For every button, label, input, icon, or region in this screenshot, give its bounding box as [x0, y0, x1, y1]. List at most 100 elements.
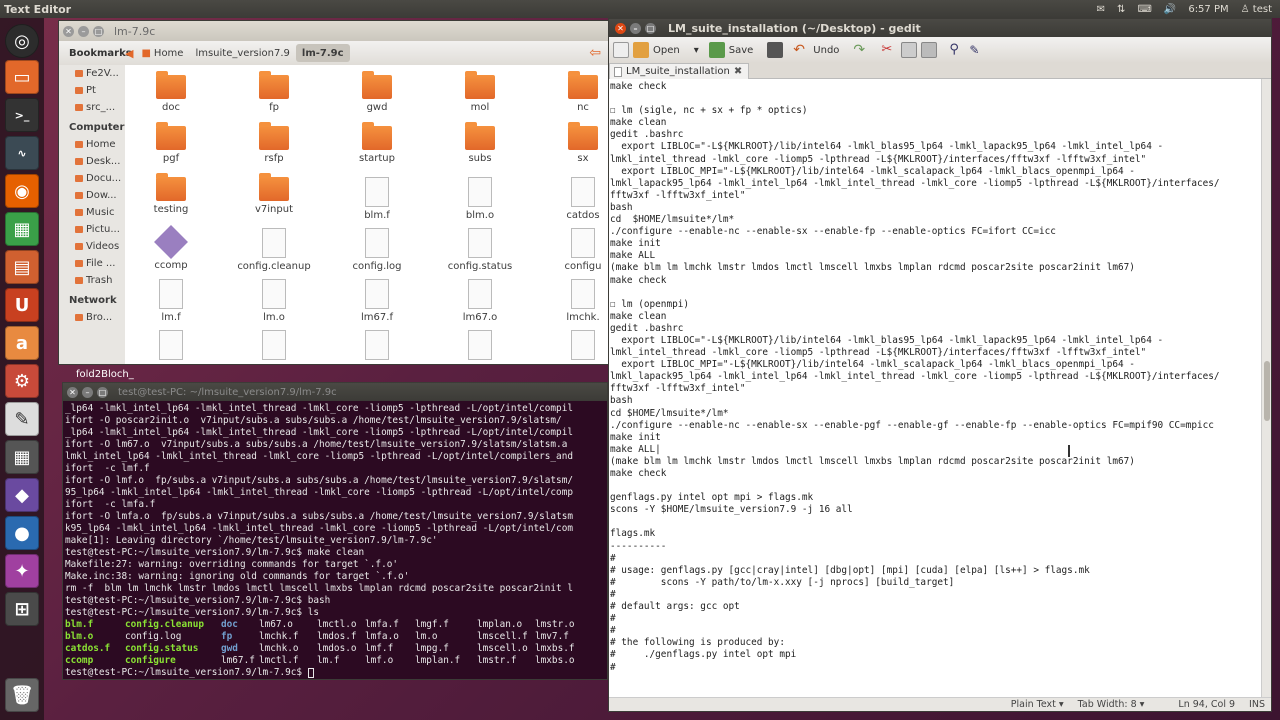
- amazon-icon[interactable]: a: [5, 326, 39, 360]
- tab-width-selector[interactable]: Tab Width: 8 ▾: [1078, 699, 1145, 710]
- terminal-output[interactable]: _lp64 -lmkl_intel_lp64 -lmkl_intel_threa…: [63, 401, 607, 679]
- clock[interactable]: 6:57 PM: [1188, 4, 1228, 15]
- fm-forward-icon[interactable]: ⇦: [589, 45, 601, 61]
- print-icon[interactable]: [767, 42, 784, 58]
- volume-icon[interactable]: 🔊: [1164, 4, 1176, 15]
- open-dropdown-icon[interactable]: ▾: [694, 45, 699, 56]
- file-item[interactable]: doc: [121, 71, 221, 113]
- file-item[interactable]: fp: [224, 71, 324, 113]
- fm-maximize-icon[interactable]: □: [93, 25, 104, 37]
- trash-icon[interactable]: 🗑: [5, 678, 39, 712]
- sidebar-computer-item[interactable]: File ...: [59, 255, 125, 272]
- paste-icon[interactable]: [921, 42, 938, 58]
- firefox-icon[interactable]: ◉: [5, 174, 39, 208]
- file-item[interactable]: [327, 330, 427, 363]
- software-center-icon[interactable]: U: [5, 288, 39, 322]
- paint-icon[interactable]: ✦: [5, 554, 39, 588]
- gedit-scrollbar[interactable]: [1261, 79, 1271, 701]
- sidebar-computer-item[interactable]: Desk...: [59, 153, 125, 170]
- file-item[interactable]: config.log: [327, 228, 427, 272]
- file-item[interactable]: lmchk.: [533, 279, 609, 323]
- spreadsheet-icon[interactable]: ▦: [5, 212, 39, 246]
- tab-close-icon[interactable]: ✖: [734, 66, 742, 77]
- keyboard-icon[interactable]: ⌨: [1137, 4, 1151, 15]
- file-item[interactable]: lm.f: [121, 279, 221, 323]
- open-folder-icon[interactable]: [633, 42, 649, 58]
- system-monitor-icon[interactable]: ∿: [5, 136, 39, 170]
- undo-icon[interactable]: ↶: [793, 42, 809, 58]
- sidebar-bookmark-item[interactable]: src_...: [59, 99, 125, 116]
- open-button[interactable]: Open: [653, 45, 680, 56]
- redo-icon[interactable]: ↷: [853, 42, 869, 58]
- file-item[interactable]: [533, 330, 609, 363]
- terminal-icon[interactable]: >_: [5, 98, 39, 132]
- desktop-file-label[interactable]: fold2Bloch_: [76, 369, 134, 380]
- text-editor-icon[interactable]: ✎: [5, 402, 39, 436]
- presentation-icon[interactable]: ▤: [5, 250, 39, 284]
- fm-nav-back-icon[interactable]: ◀: [125, 47, 133, 60]
- file-item[interactable]: gwd: [327, 71, 427, 113]
- file-item[interactable]: lm.o: [224, 279, 324, 323]
- sidebar-computer-item[interactable]: Trash: [59, 272, 125, 289]
- breadcrumb-home[interactable]: ■ Home: [135, 44, 189, 62]
- file-item[interactable]: sx: [533, 122, 609, 164]
- file-item[interactable]: subs: [430, 122, 530, 164]
- file-item[interactable]: [430, 330, 530, 363]
- file-item[interactable]: catdos: [533, 177, 609, 221]
- breadcrumb-lm79c[interactable]: lm-7.9c: [295, 44, 350, 62]
- globe-icon[interactable]: ●: [5, 516, 39, 550]
- gedit-text-area[interactable]: make check ☐ lm (sigle, nc + sx + fp * op…: [609, 79, 1261, 701]
- file-item[interactable]: testing: [121, 173, 221, 215]
- tab-lm-suite-installation[interactable]: LM_suite_installation ✖: [609, 63, 750, 79]
- file-item[interactable]: nc: [533, 71, 609, 113]
- sidebar-bookmark-item[interactable]: Fe2V...: [59, 65, 125, 82]
- file-item[interactable]: ccomp: [121, 225, 221, 271]
- sidebar-computer-item[interactable]: Music: [59, 204, 125, 221]
- new-document-icon[interactable]: [613, 42, 629, 58]
- search-icon[interactable]: ⚲: [949, 42, 965, 58]
- viewer-icon[interactable]: ◆: [5, 478, 39, 512]
- term-close-icon[interactable]: ✕: [67, 386, 78, 398]
- sidebar-computer-item[interactable]: Pictu...: [59, 221, 125, 238]
- breadcrumb-lmsuite[interactable]: lmsuite_version7.9: [189, 44, 295, 62]
- mail-icon[interactable]: ✉: [1097, 4, 1105, 15]
- language-selector[interactable]: Plain Text ▾: [1011, 699, 1064, 710]
- network-icon[interactable]: ⇅: [1117, 4, 1125, 15]
- file-item[interactable]: configu: [533, 228, 609, 272]
- file-item[interactable]: blm.o: [430, 177, 530, 221]
- sidebar-computer-item[interactable]: Home: [59, 136, 125, 153]
- undo-button[interactable]: Undo: [813, 45, 839, 56]
- sidebar-computer-item[interactable]: Docu...: [59, 170, 125, 187]
- file-item[interactable]: lm67.o: [430, 279, 530, 323]
- gedit-minimize-icon[interactable]: –: [630, 22, 641, 34]
- file-item[interactable]: lm67.f: [327, 279, 427, 323]
- files-icon[interactable]: ▭: [5, 60, 39, 94]
- replace-icon[interactable]: ✎: [969, 42, 985, 58]
- gedit-scroll-thumb[interactable]: [1264, 361, 1270, 421]
- fm-minimize-icon[interactable]: –: [78, 25, 89, 37]
- fm-close-icon[interactable]: ✕: [63, 25, 74, 37]
- file-item[interactable]: config.cleanup: [224, 228, 324, 272]
- term-minimize-icon[interactable]: –: [82, 386, 93, 398]
- gedit-maximize-icon[interactable]: □: [645, 22, 656, 34]
- file-item[interactable]: pgf: [121, 122, 221, 164]
- sidebar-computer-item[interactable]: Videos: [59, 238, 125, 255]
- file-item[interactable]: mol: [430, 71, 530, 113]
- sidebar-computer-item[interactable]: Dow...: [59, 187, 125, 204]
- gedit-close-icon[interactable]: ✕: [615, 22, 626, 34]
- calculator-icon[interactable]: ▦: [5, 440, 39, 474]
- file-item[interactable]: startup: [327, 122, 427, 164]
- terminal-prompt[interactable]: test@test-PC:~/lmsuite_version7.9/lm-7.9…: [65, 667, 605, 679]
- file-item[interactable]: config.status: [430, 228, 530, 272]
- save-button[interactable]: Save: [729, 45, 754, 56]
- copy-icon[interactable]: [901, 42, 918, 58]
- settings-icon[interactable]: ⚙: [5, 364, 39, 398]
- save-icon[interactable]: [708, 42, 725, 58]
- term-maximize-icon[interactable]: □: [97, 386, 108, 398]
- file-item[interactable]: blm.f: [327, 177, 427, 221]
- sidebar-network-item[interactable]: Bro...: [59, 309, 125, 326]
- cut-icon[interactable]: ✂: [881, 42, 897, 58]
- file-item[interactable]: rsfp: [224, 122, 324, 164]
- file-item[interactable]: [224, 330, 324, 363]
- dash-home-icon[interactable]: ◎: [5, 24, 39, 58]
